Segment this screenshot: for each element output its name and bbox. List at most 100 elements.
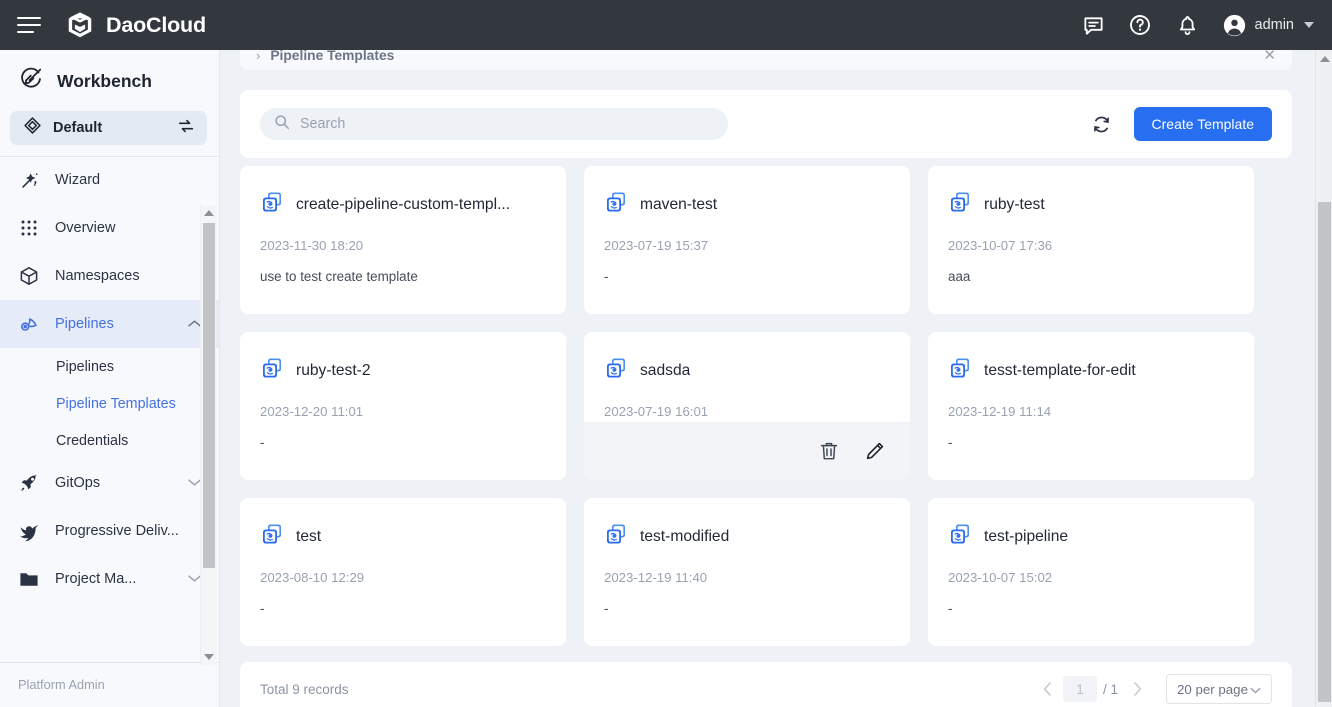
template-timestamp: 2023-10-07 17:36 [948,238,1234,253]
trash-icon[interactable] [818,440,840,462]
hamburger-icon[interactable] [17,15,43,35]
sidebar-subitem-label: Credentials [56,433,128,449]
template-card-header: ruby-test [948,190,1234,219]
sidebar-item-label: GitOps [55,475,100,491]
template-description: - [604,601,890,616]
sidebar-item-label: Progressive Deliv... [55,523,179,539]
breadcrumb-current[interactable]: Pipeline Templates [270,50,394,63]
sidebar-item-namespaces[interactable]: Namespaces [0,252,219,300]
pencil-icon[interactable] [864,440,886,462]
pagination-bar: Total 9 records / 1 20 per page [240,662,1292,707]
main-content: › Pipeline Templates ✕ Search [220,50,1315,707]
main-scrollbar-thumb[interactable] [1318,202,1331,702]
sidebar-item-wizard[interactable]: Wizard [0,156,219,204]
sidebar-item-pipelines[interactable]: Pipelines [0,300,219,348]
scroll-gutter [1298,50,1315,707]
main-scrollbar[interactable] [1315,50,1332,707]
sidebar-subitem-label: Pipeline Templates [56,396,176,412]
help-icon[interactable] [1128,13,1153,38]
template-card[interactable]: ruby-test 2023-10-07 17:36 aaa [928,166,1254,314]
create-template-button[interactable]: Create Template [1134,107,1272,141]
workbench-icon [18,66,44,97]
app-root: DaoCloud [0,0,1332,707]
template-card[interactable]: sadsda2023-07-19 16:01- [584,332,910,480]
breadcrumb: › Pipeline Templates ✕ [240,50,1292,70]
grid-icon [18,219,40,237]
brand-name: DaoCloud [106,13,206,38]
template-name: test [296,528,321,546]
template-card[interactable]: test-modified2023-12-19 11:40- [584,498,910,646]
sidebar-subitem-credentials[interactable]: Credentials [0,422,219,459]
swap-icon[interactable] [177,117,195,140]
scroll-up-arrow-icon[interactable] [201,205,217,221]
sidebar-nav: Wizard Overview [0,156,219,662]
brand-logo-group[interactable]: DaoCloud [65,10,206,40]
chevron-down-icon [1304,22,1314,28]
sidebar-item-project-management[interactable]: Project Ma... [0,555,219,603]
template-card-header: maven-test [604,190,890,219]
template-card-header: tesst-template-for-edit [948,356,1234,385]
top-navigation-bar: DaoCloud [0,0,1332,50]
context-switcher[interactable]: Default [10,111,207,145]
refresh-icon[interactable] [1088,110,1116,138]
sidebar-scrollbar-thumb[interactable] [203,223,215,568]
scroll-down-arrow-icon[interactable] [201,649,217,665]
template-description: - [260,435,546,450]
template-name: test-modified [640,528,729,546]
template-description: - [948,601,1234,616]
breadcrumb-separator: › [256,50,260,63]
sidebar-item-gitops[interactable]: GitOps [0,459,219,507]
sidebar-item-label: Project Ma... [55,571,136,587]
user-menu[interactable]: admin [1222,13,1315,38]
scroll-up-arrow-icon[interactable] [1316,50,1332,67]
template-card[interactable]: test-pipeline2023-10-07 15:02- [928,498,1254,646]
workspace-icon [23,116,42,140]
sidebar-subitem-label: Pipelines [56,359,114,375]
cube-icon [18,266,40,286]
template-card-header: create-pipeline-custom-templ... [260,190,546,219]
sidebar-item-label: Overview [55,220,115,236]
chevron-right-icon[interactable] [1122,674,1152,704]
template-timestamp: 2023-08-10 12:29 [260,570,546,585]
template-description: aaa [948,269,1234,284]
template-name: ruby-test-2 [296,362,371,380]
message-icon[interactable] [1081,13,1106,38]
template-description: - [260,601,546,616]
sidebar-item-progressive-delivery[interactable]: Progressive Deliv... [0,507,219,555]
sidebar-subitem-pipelines[interactable]: Pipelines [0,348,219,385]
template-card[interactable]: create-pipeline-custom-templ...2023-11-3… [240,166,566,314]
total-records-text: Total 9 records [260,682,349,697]
search-icon [274,114,290,135]
folder-icon [18,570,40,588]
toolbar: Search Create Template [240,90,1292,158]
sidebar-subitem-pipeline-templates[interactable]: Pipeline Templates [0,385,219,422]
template-description: - [948,435,1234,450]
per-page-select[interactable]: 20 per page [1166,674,1272,704]
sidebar-item-label: Namespaces [55,268,140,284]
sidebar-scrollbar[interactable] [200,205,216,665]
page-title: Workbench [57,71,152,92]
page-number-input[interactable] [1063,676,1097,702]
template-card[interactable]: test 2023-08-10 12:29 - [240,498,566,646]
template-name: maven-test [640,196,717,214]
template-card[interactable]: ruby-test-2 2023-12-20 11:01 - [240,332,566,480]
sidebar-item-admin-view[interactable]: Admin View [0,701,219,707]
pagination-controls: / 1 20 per page [1033,674,1272,704]
pipeline-icon [18,314,40,334]
search-input[interactable]: Search [260,108,728,140]
close-icon[interactable]: ✕ [1263,50,1276,64]
template-card-actions [584,422,910,480]
template-icon [260,522,284,551]
template-card[interactable]: tesst-template-for-edit2023-12-19 11:14- [928,332,1254,480]
wand-icon [18,171,40,190]
bell-icon[interactable] [1175,13,1200,38]
template-icon [604,190,628,219]
template-card[interactable]: maven-test2023-07-19 15:37- [584,166,910,314]
chevron-left-icon[interactable] [1033,674,1063,704]
template-timestamp: 2023-12-20 11:01 [260,404,546,419]
template-name: test-pipeline [984,528,1068,546]
sidebar-item-overview[interactable]: Overview [0,204,219,252]
template-card-header: ruby-test-2 [260,356,546,385]
per-page-label: 20 per page [1177,682,1248,697]
template-description: use to test create template [260,269,546,284]
